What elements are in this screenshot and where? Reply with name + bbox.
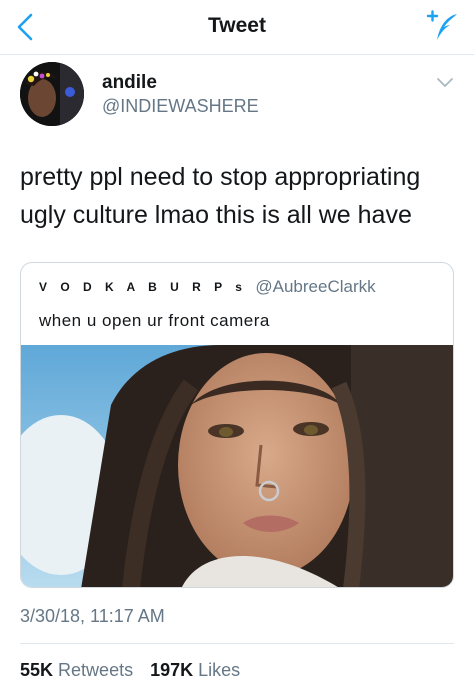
- retweets-stat[interactable]: 55K Retweets: [20, 660, 138, 680]
- retweets-label: Retweets: [58, 660, 134, 680]
- navigation-bar: Tweet: [0, 0, 474, 55]
- quoted-tweet-photo[interactable]: [21, 345, 453, 587]
- author-display-name[interactable]: andile: [102, 72, 157, 94]
- quoted-author-handle: @AubreeClarkk: [255, 277, 376, 296]
- tweet-author: andile @INDIEWASHERE: [20, 62, 460, 130]
- tweet-text: pretty ppl need to stop appropriating ug…: [20, 163, 421, 229]
- likes-stat[interactable]: 197K Likes: [150, 660, 240, 680]
- engagement-stats: 55K Retweets 197K Likes: [20, 660, 252, 681]
- page-title: Tweet: [208, 14, 266, 37]
- tweet-options-button[interactable]: [436, 76, 454, 88]
- avatar[interactable]: [20, 62, 84, 126]
- quoted-author-name: V O D K A B U R P s: [39, 280, 247, 294]
- chevron-down-icon: [437, 78, 453, 87]
- compose-tweet-button[interactable]: [424, 10, 460, 44]
- likes-count: 197K: [150, 660, 194, 680]
- tweet-timestamp: 3/30/18, 11:17 AM: [20, 606, 165, 626]
- quoted-tweet-header: V O D K A B U R P s @AubreeClarkk: [39, 277, 376, 299]
- author-handle[interactable]: @INDIEWASHERE: [102, 96, 259, 117]
- quoted-tweet-text: when u open ur front camera: [39, 311, 270, 330]
- selfie-photo: [21, 345, 453, 587]
- quoted-tweet-card[interactable]: V O D K A B U R P s @AubreeClarkk when u…: [20, 262, 454, 588]
- avatar-photo: [20, 62, 84, 126]
- likes-label: Likes: [198, 660, 241, 680]
- divider: [20, 643, 454, 644]
- compose-tweet-icon: [426, 10, 457, 40]
- retweets-count: 55K: [20, 660, 54, 680]
